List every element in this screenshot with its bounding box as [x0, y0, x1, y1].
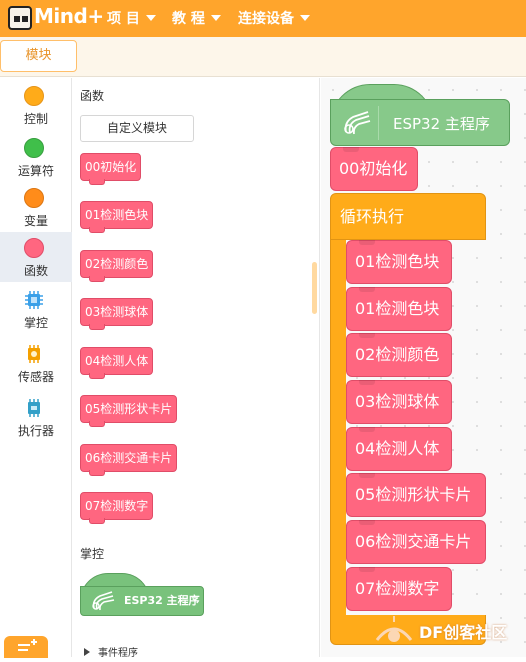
menu-project[interactable]: 项 目	[107, 8, 156, 28]
palette-function-block[interactable]: 04检测人体	[80, 347, 154, 379]
loop-function-call-block[interactable]: 01检测色块	[346, 240, 452, 284]
chip-icon	[25, 291, 43, 309]
app-logo-text: Mind+	[34, 4, 104, 28]
palette-function-block[interactable]: 05检测形状卡片	[80, 395, 178, 427]
loop-function-call-block[interactable]: 06检测交通卡片	[346, 520, 486, 564]
tab-blocks[interactable]: 模块	[0, 40, 77, 72]
loop-function-call-block[interactable]: 01检测色块	[346, 287, 452, 331]
category-variables[interactable]: 变量	[0, 182, 72, 232]
board-heading: 掌控	[80, 547, 105, 561]
loop-function-call-block[interactable]: 02检测颜色	[346, 333, 452, 377]
loop-function-call-block[interactable]: 07检测数字	[346, 567, 452, 611]
init-function-call-block[interactable]: 00初始化	[330, 147, 418, 191]
tab-strip: 模块	[0, 37, 526, 77]
palette-function-block[interactable]: 00初始化	[80, 153, 142, 185]
palette-esp32-main-block[interactable]: ESP32 主程序	[80, 573, 204, 621]
forever-loop-arm	[330, 239, 346, 619]
sensor-chip-icon	[28, 345, 40, 363]
top-menu-bar: Mind+ 项 目 教 程 连接设备	[0, 0, 526, 37]
functions-circle-icon	[24, 238, 44, 258]
category-operators[interactable]: 运算符	[0, 132, 72, 182]
variables-circle-icon	[24, 188, 44, 208]
loop-function-call-block[interactable]: 03检测球体	[346, 380, 452, 424]
palette-function-block[interactable]: 03检测球体	[80, 298, 154, 330]
palette-function-block[interactable]: 02检测颜色	[80, 250, 154, 282]
category-actuators[interactable]: 执行器	[0, 392, 72, 442]
functions-heading: 函数	[80, 89, 105, 103]
chevron-down-icon	[210, 15, 221, 21]
chevron-down-icon	[300, 15, 310, 21]
esp32-main-hat-block[interactable]: ESP32 主程序	[330, 84, 510, 148]
make-custom-block-button[interactable]: 自定义模块	[80, 115, 194, 142]
category-functions[interactable]: 函数	[0, 232, 72, 282]
category-sensors[interactable]: 传感器	[0, 338, 72, 388]
block-palette: 函数 自定义模块 00初始化 01检测色块 02检测颜色 03检测球体 04检测…	[72, 78, 320, 659]
menu-tutorial[interactable]: 教 程	[172, 8, 221, 28]
loop-function-call-block[interactable]: 04检测人体	[346, 427, 452, 471]
extensions-button[interactable]	[4, 636, 48, 658]
palette-function-block[interactable]: 01检测色块	[80, 201, 154, 233]
mind-plus-logo-icon	[8, 6, 32, 30]
loop-function-call-block[interactable]: 05检测形状卡片	[346, 473, 486, 517]
chevron-down-icon	[145, 15, 156, 21]
control-circle-icon	[24, 86, 44, 106]
palette-function-block[interactable]: 07检测数字	[80, 492, 154, 524]
code-workspace[interactable]: ESP32 主程序 00初始化 循环执行 01检测色块 01检测色块 02检测颜…	[321, 78, 526, 657]
actuator-chip-icon	[28, 399, 40, 417]
category-sidebar: 控制 运算符 变量 函数 掌控 传感器 执行器	[0, 78, 72, 658]
forever-loop-block[interactable]: 循环执行	[330, 193, 486, 240]
df-logo-icon	[375, 616, 413, 642]
board-meteor-icon	[344, 111, 371, 135]
board-meteor-icon	[92, 591, 115, 611]
add-extension-icon	[18, 639, 37, 651]
category-board[interactable]: 掌控	[0, 284, 72, 334]
operators-circle-icon	[24, 138, 44, 158]
menu-connect-device[interactable]: 连接设备	[238, 8, 310, 28]
palette-scrollbar[interactable]	[312, 262, 317, 314]
triangle-right-icon	[84, 648, 90, 656]
category-control[interactable]: 控制	[0, 80, 72, 130]
palette-function-block[interactable]: 06检测交通卡片	[80, 444, 178, 476]
df-watermark: DF创客社区	[373, 612, 523, 652]
